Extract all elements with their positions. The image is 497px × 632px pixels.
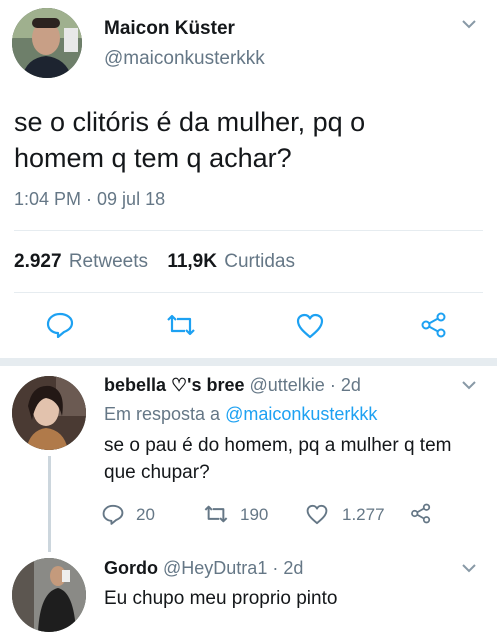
reply2-author-name[interactable]: Gordo (104, 558, 158, 578)
reply-icon[interactable] (46, 312, 74, 338)
reply1-header: bebella ♡'s bree @uttelkie · 2d (104, 375, 361, 396)
thread-line (48, 456, 51, 552)
reply-icon[interactable] (102, 504, 124, 525)
tweet-timestamp[interactable]: 1:04 PM · 09 jul 18 (14, 189, 165, 210)
reply1-author-name[interactable]: bebella ♡'s bree (104, 375, 244, 395)
main-author-handle[interactable]: @maiconkusterkkk (104, 48, 265, 70)
thread-separator (0, 358, 497, 366)
profile-photo (12, 8, 82, 78)
tweet-text-line: se o clitóris é da mulher, pq o (14, 107, 366, 137)
reply2-author-handle[interactable]: @HeyDutra1 (163, 558, 267, 578)
divider (14, 292, 483, 293)
reply1-replies-count[interactable]: 20 (136, 505, 155, 525)
reply1-time[interactable]: · 2d (330, 375, 361, 395)
main-author-avatar[interactable] (12, 8, 82, 78)
retweets-label[interactable]: Retweets (69, 251, 148, 272)
divider (14, 230, 483, 231)
reply-text-line: que chupar? (104, 462, 210, 483)
reply2-author-avatar[interactable] (12, 558, 86, 632)
chevron-down-icon[interactable] (462, 20, 476, 29)
heart-icon[interactable] (296, 313, 324, 339)
reply1-likes-count[interactable]: 1.277 (342, 505, 385, 525)
chevron-down-icon[interactable] (462, 381, 476, 390)
retweet-icon[interactable] (164, 314, 198, 336)
heart-icon[interactable] (306, 504, 328, 525)
profile-photo (12, 558, 86, 632)
tweet-stats: 2.927 Retweets 11,9K Curtidas (14, 251, 295, 273)
reply-prefix: Em resposta a (104, 404, 221, 424)
reply1-text: se o pau é do homem, pq a mulher q tem q… (104, 432, 451, 486)
tweet-text: se o clitóris é da mulher, pq o homem q … (14, 104, 365, 176)
main-author-name[interactable]: Maicon Küster (104, 18, 235, 40)
share-icon[interactable] (410, 503, 432, 524)
reply1-context: Em resposta a @maiconkusterkkk (104, 404, 377, 425)
retweet-icon[interactable] (202, 505, 230, 523)
reply1-author-avatar[interactable] (12, 376, 86, 450)
chevron-down-icon[interactable] (462, 564, 476, 573)
reply1-retweets-count[interactable]: 190 (240, 505, 268, 525)
profile-photo (12, 376, 86, 450)
likes-label[interactable]: Curtidas (224, 251, 295, 272)
retweets-count[interactable]: 2.927 (14, 251, 62, 272)
reply-to-link[interactable]: @maiconkusterkkk (225, 404, 377, 424)
share-icon[interactable] (420, 312, 448, 338)
reply1-author-handle[interactable]: @uttelkie (250, 375, 325, 395)
likes-count[interactable]: 11,9K (167, 251, 217, 272)
reply-text-line: se o pau é do homem, pq a mulher q tem (104, 435, 452, 456)
tweet-text-line: homem q tem q achar? (14, 143, 292, 173)
reply2-header: Gordo @HeyDutra1 · 2d (104, 558, 303, 579)
reply2-time[interactable]: · 2d (272, 558, 303, 578)
reply2-text: Eu chupo meu proprio pinto (104, 588, 338, 609)
